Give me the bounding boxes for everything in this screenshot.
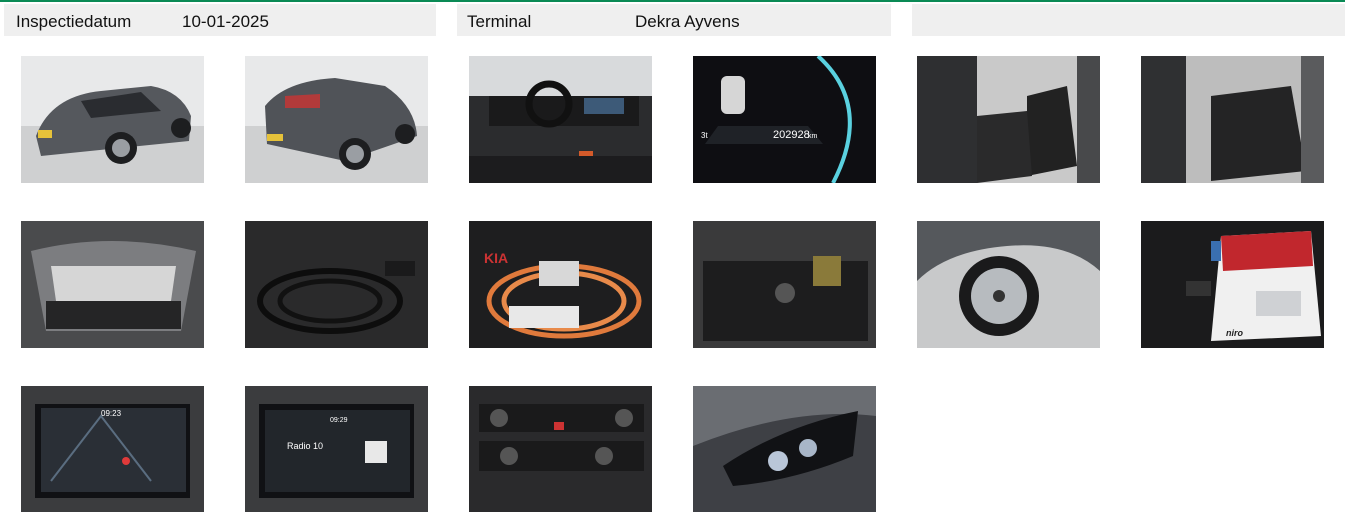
inspection-date-label: Inspectiedatum [16, 12, 132, 31]
photo-wheel[interactable] [917, 221, 1100, 348]
nav-screen-photo: 09:23 [21, 386, 204, 512]
keys-manual-photo: niro [1141, 221, 1324, 348]
photo-orange-cable[interactable]: KIA [469, 221, 652, 348]
photo-keys-manual[interactable]: niro [1141, 221, 1324, 348]
photo-car-rear[interactable] [245, 56, 428, 183]
photo-cable-trunk[interactable] [245, 221, 428, 348]
kia-brand-text: KIA [484, 250, 508, 266]
car-rear-photo [245, 56, 428, 183]
radio-screen-photo: 09:29 Radio 10 [245, 386, 428, 512]
photo-car-front[interactable] [21, 56, 204, 183]
inspection-date-value: 10-01-2025 [182, 12, 269, 31]
range-readout: 3t [701, 131, 708, 140]
inspection-date-header: Inspectiedatum 10-01-2025 [4, 4, 436, 36]
dashboard-photo [469, 56, 652, 183]
headlight-photo [693, 386, 876, 512]
orange-cable-photo: KIA [469, 221, 652, 348]
photo-trunk[interactable] [21, 221, 204, 348]
odometer-photo: 202928 km 3t [693, 56, 876, 183]
photo-climate-controls[interactable] [469, 386, 652, 512]
trunk-photo [21, 221, 204, 348]
car-front-photo [21, 56, 204, 183]
photo-instrument-cluster[interactable]: 202928 km 3t [693, 56, 876, 183]
odometer-unit: km [808, 133, 818, 140]
manual-niro-text: niro [1226, 328, 1244, 338]
photo-rear-seats[interactable] [1141, 56, 1324, 183]
compartment-photo [693, 221, 876, 348]
photo-nav-screen[interactable]: 09:23 [21, 386, 204, 512]
terminal-header: Terminal Dekra Ayvens [457, 4, 891, 36]
rear-seats-photo [1141, 56, 1324, 183]
radio-screen-time: 09:29 [330, 417, 348, 424]
front-seats-photo [917, 56, 1100, 183]
climate-controls-photo [469, 386, 652, 512]
terminal-value: Dekra Ayvens [635, 12, 740, 31]
photo-dashboard[interactable] [469, 56, 652, 183]
top-accent-line [0, 0, 1345, 2]
radio-station-text: Radio 10 [287, 441, 323, 451]
wheel-photo [917, 221, 1100, 348]
cable-photo [245, 221, 428, 348]
photo-radio-screen[interactable]: 09:29 Radio 10 [245, 386, 428, 512]
photo-compartment[interactable] [693, 221, 876, 348]
photo-front-seats[interactable] [917, 56, 1100, 183]
empty-header-cell [912, 4, 1345, 36]
terminal-label: Terminal [467, 12, 532, 31]
odometer-reading: 202928 [773, 129, 810, 141]
photo-headlight[interactable] [693, 386, 876, 512]
nav-screen-time: 09:23 [101, 409, 122, 418]
